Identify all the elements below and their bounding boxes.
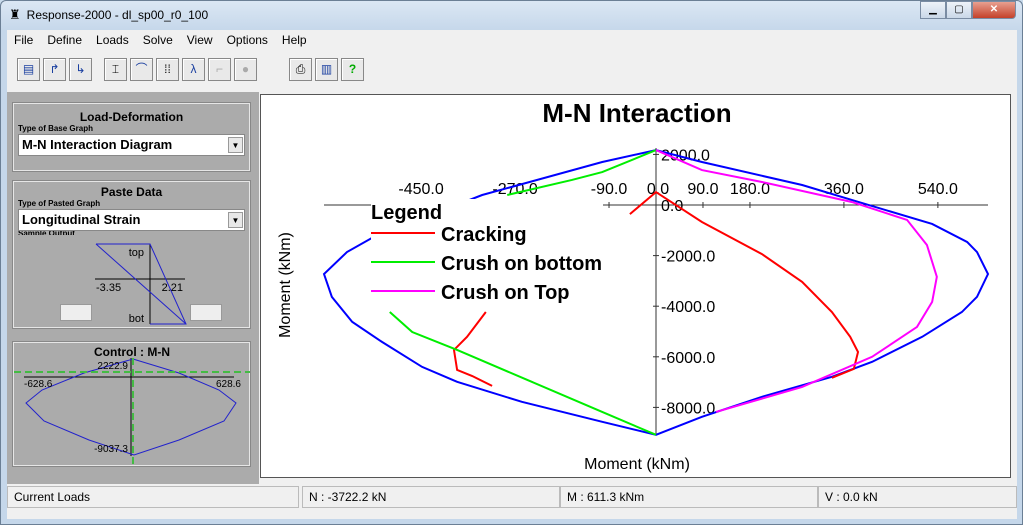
top-label: top: [129, 247, 144, 259]
x-tick-label: 90.0: [687, 181, 718, 198]
member-icon[interactable]: ⌐: [208, 58, 231, 81]
pasted-graph-select[interactable]: Longitudinal Strain ▼: [18, 209, 245, 231]
help-icon[interactable]: ?: [341, 58, 364, 81]
series-line-cracking: [452, 311, 493, 387]
legend-entry: Crush on Top: [441, 282, 570, 304]
field-label: Type of Base Graph: [18, 124, 93, 133]
legend-title: Legend: [371, 202, 442, 224]
grid-icon[interactable]: ⁞⁞: [156, 58, 179, 81]
control-mn-panel: Control : M-N 2222.9 -628.6 628.6 -9037.…: [12, 341, 251, 467]
paste-data-group: Paste Data Type of Pasted Graph Longitud…: [12, 180, 251, 329]
x-tick-label: 360.0: [824, 181, 864, 198]
chevron-down-icon[interactable]: ▼: [228, 212, 243, 228]
toolbar: ▤ ↱ ↳ ⌶ ⌒ ⁞⁞ λ ⌐ ● ⎙ ▥ ?: [17, 58, 364, 81]
window-title: Response-2000 - dl_sp00_r0_100: [26, 8, 209, 22]
control-mn-plot: Control : M-N 2222.9 -628.6 628.6 -9037.…: [14, 345, 251, 465]
new-icon[interactable]: ▤: [17, 58, 40, 81]
menu-file[interactable]: File: [7, 30, 40, 50]
y-tick-label: -6000.0: [661, 350, 715, 367]
load-deformation-group: Load-Deformation Type of Base Graph M-N …: [12, 102, 251, 172]
select-value: Longitudinal Strain: [22, 212, 141, 227]
select-value: M-N Interaction Diagram: [22, 137, 173, 152]
chart-svg: M-N Interaction-450.0 -270.0 -90.0 0.0 90.0 1…: [277, 98, 990, 473]
chart-title: M-N Interaction: [542, 98, 731, 128]
y-tick-label: -2000.0: [661, 249, 715, 266]
menu-define[interactable]: Define: [40, 30, 89, 50]
group-title: Paste Data: [100, 185, 163, 199]
print-icon[interactable]: ⎙: [289, 58, 312, 81]
legend-entry: Crush on bottom: [441, 253, 602, 275]
base-graph-select[interactable]: M-N Interaction Diagram ▼: [18, 134, 245, 156]
control-left-value: -628.6: [24, 379, 53, 390]
app-window: ♜ Response-2000 - dl_sp00_r0_100 ▁ ▢ ✕ F…: [0, 0, 1023, 525]
load-deformation-icon[interactable]: ⌒: [130, 58, 153, 81]
maximize-button[interactable]: ▢: [946, 1, 972, 19]
stop-icon[interactable]: ●: [234, 58, 257, 81]
interaction-icon[interactable]: λ: [182, 58, 205, 81]
y-tick-label: -4000.0: [661, 299, 715, 316]
x-axis-label: Moment (kNm): [584, 456, 690, 473]
menu-options[interactable]: Options: [220, 30, 275, 50]
x-tick-label: 180.0: [730, 181, 770, 198]
open-icon[interactable]: ↱: [43, 58, 66, 81]
book-icon[interactable]: ▥: [315, 58, 338, 81]
series-line-crush-on-bottom: [389, 311, 657, 436]
save-icon[interactable]: ↳: [69, 58, 92, 81]
strain-left-value: -3.35: [96, 282, 121, 294]
status-v: V : 0.0 kN: [818, 486, 1017, 508]
next-button[interactable]: [190, 304, 222, 321]
previous-button[interactable]: [60, 304, 92, 321]
control-title: Control : M-N: [94, 345, 170, 359]
menu-solve[interactable]: Solve: [136, 30, 180, 50]
control-bottom-value: -9037.3: [94, 444, 128, 455]
status-m: M : 611.3 kNm: [560, 486, 818, 508]
mn-interaction-chart: M-N Interaction -450.0 -270.0 -90.0 0.0 90.0 1…: [260, 94, 1011, 478]
section-icon[interactable]: ⌶: [104, 58, 127, 81]
status-n: N : -3722.2 kN: [302, 486, 560, 508]
x-tick-label: -450.0: [398, 181, 443, 198]
field-label: Type of Pasted Graph: [18, 199, 101, 208]
menu-view[interactable]: View: [180, 30, 220, 50]
menu-help[interactable]: Help: [275, 30, 314, 50]
strain-right-value: 2.21: [162, 282, 183, 294]
y-axis-label: Moment (kNm): [277, 232, 294, 338]
menu-loads[interactable]: Loads: [89, 30, 136, 50]
x-tick-label: 540.0: [918, 181, 958, 198]
bot-label: bot: [129, 313, 144, 325]
control-right-value: 628.6: [216, 379, 241, 390]
title-bar: ♜ Response-2000 - dl_sp00_r0_100: [9, 7, 208, 23]
app-icon: ♜: [9, 7, 21, 22]
x-tick-label: 0.0: [647, 181, 669, 198]
status-current-loads: Current Loads: [7, 486, 299, 508]
control-top-value: 2222.9: [97, 361, 128, 372]
legend-entry: Cracking: [441, 224, 527, 246]
left-panel: Load-Deformation Type of Base Graph M-N …: [7, 92, 259, 484]
close-button[interactable]: ✕: [972, 1, 1016, 19]
menu-bar: File Define Loads Solve View Options Hel…: [7, 30, 314, 50]
minimize-button[interactable]: ▁: [920, 1, 946, 19]
x-tick-label: -90.0: [591, 181, 628, 198]
group-title: Load-Deformation: [79, 110, 184, 124]
chevron-down-icon[interactable]: ▼: [228, 137, 243, 153]
